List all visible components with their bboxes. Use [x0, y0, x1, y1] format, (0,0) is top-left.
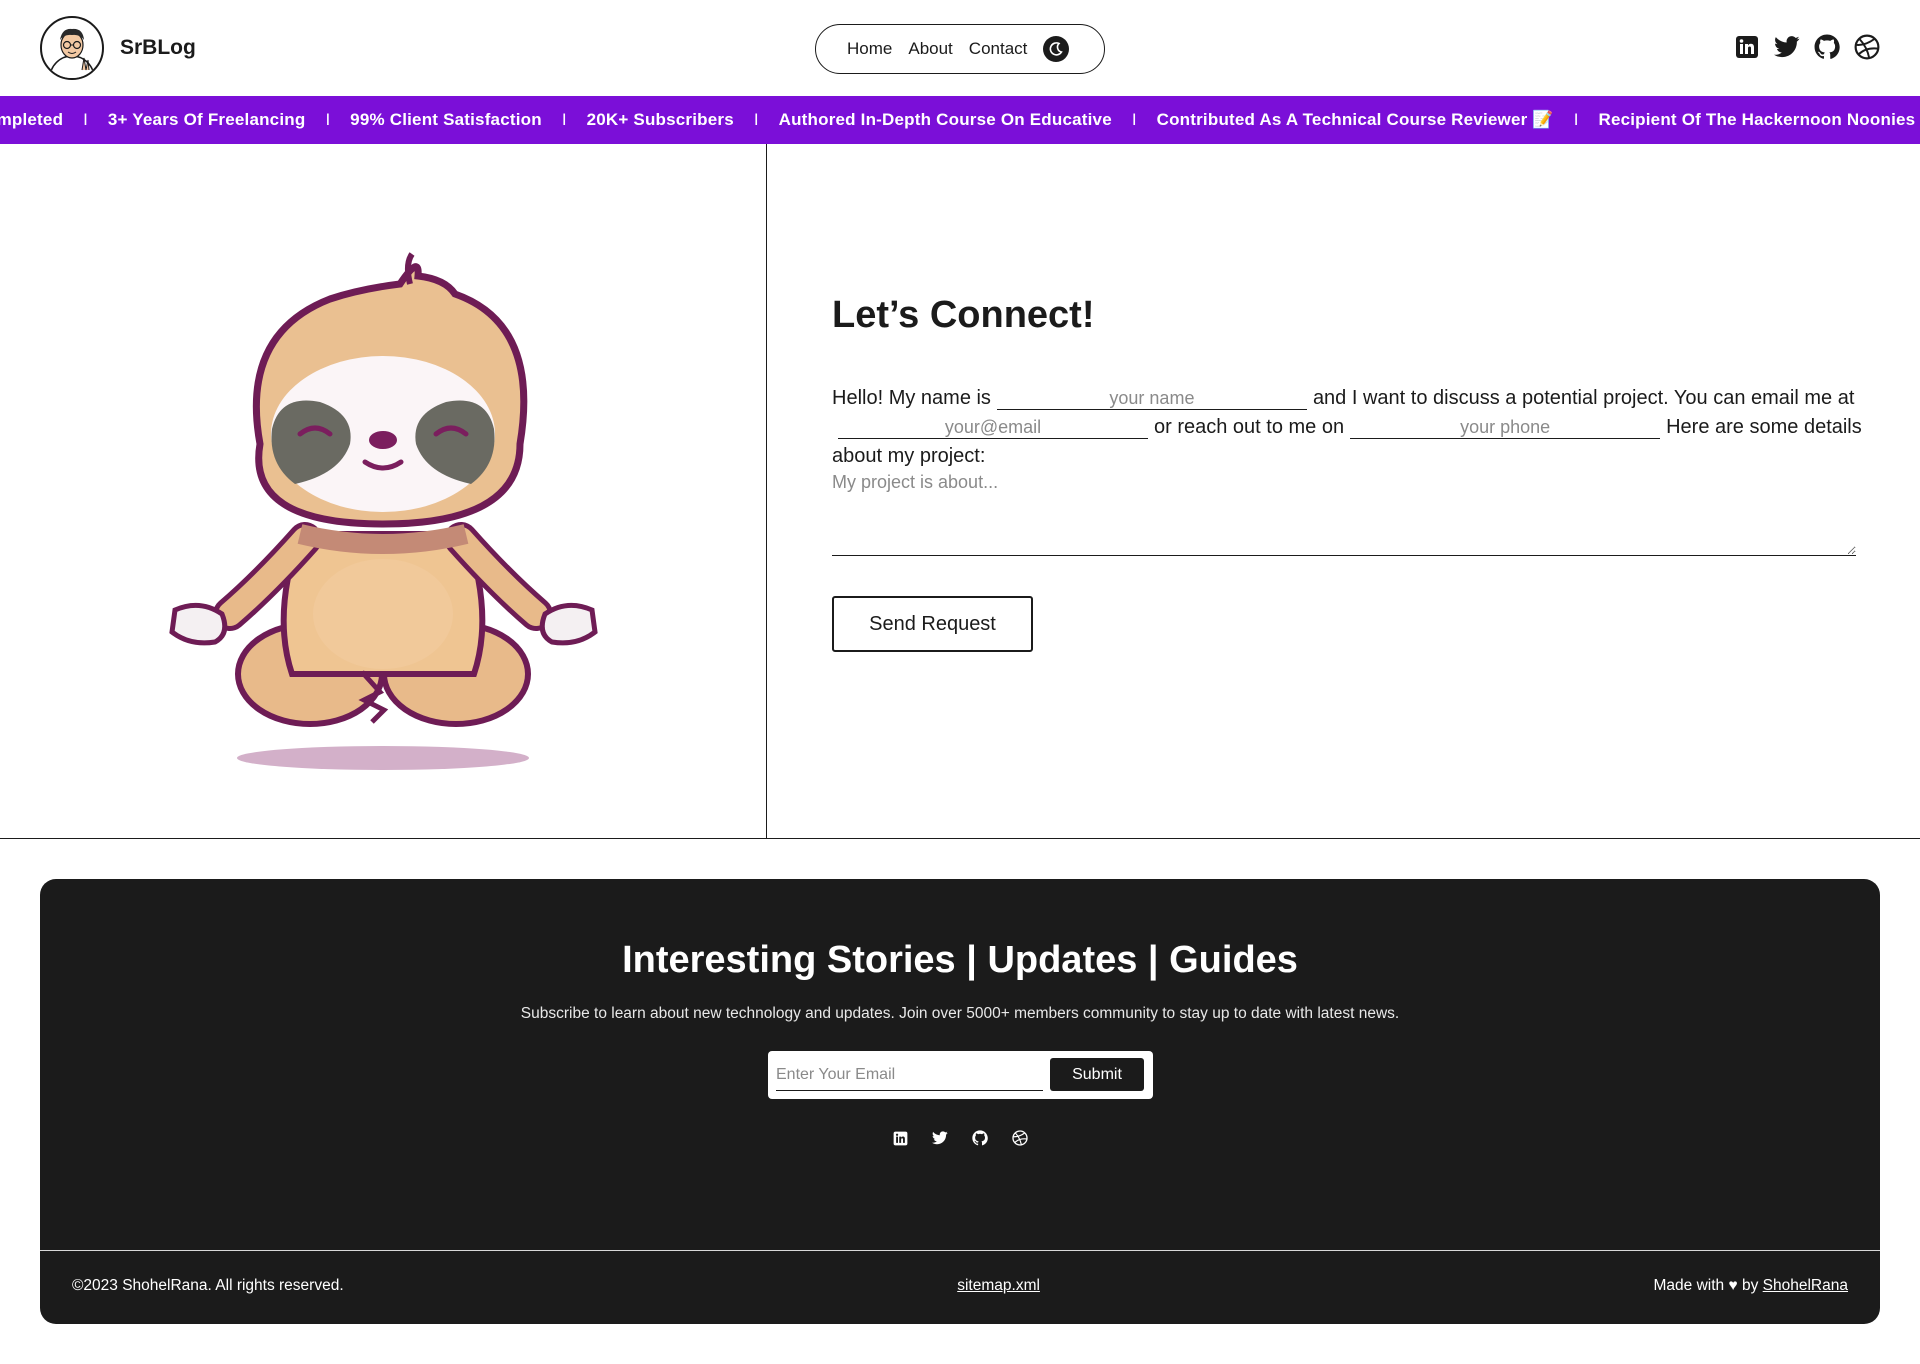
github-icon[interactable] [971, 1129, 989, 1147]
send-request-button[interactable]: Send Request [832, 596, 1033, 652]
copyright-text: ©2023 ShohelRana. All rights reserved. [72, 1277, 344, 1294]
form-text-phone: or reach out to me on [1154, 416, 1345, 438]
form-text-intro: Hello! My name is [832, 387, 991, 409]
marquee-item: Recipient Of The Hackernoon Noonies [1598, 110, 1916, 129]
nav-contact[interactable]: Contact [969, 39, 1028, 59]
newsletter-email-input[interactable] [776, 1059, 1043, 1091]
contact-title: Let’s Connect! [832, 294, 1095, 336]
footer-socials [40, 1129, 1880, 1147]
github-icon[interactable] [1814, 34, 1840, 60]
marquee-item: ompleted [0, 110, 64, 129]
marquee-separator: I [561, 110, 567, 129]
marquee-item: 3+ Years Of Freelancing [107, 110, 306, 129]
meditating-sloth-illustration [169, 252, 598, 770]
marquee-track: ompleted I 3+ Years Of Freelancing I 99%… [0, 96, 1915, 144]
phone-field[interactable] [1350, 417, 1661, 439]
twitter-icon[interactable] [1774, 34, 1800, 60]
newsletter-title: Interesting Stories | Updates | Guides [622, 939, 1298, 981]
name-field[interactable] [996, 388, 1307, 410]
newsletter-subtitle: Subscribe to learn about new technology … [520, 1005, 1400, 1022]
project-details-textarea[interactable] [832, 472, 1856, 556]
achievements-marquee: ompleted I 3+ Years Of Freelancing I 99%… [0, 96, 1920, 144]
site-footer: Interesting Stories | Updates | Guides S… [40, 879, 1880, 1324]
marquee-item: Authored In-Depth Course On Educative [778, 110, 1112, 129]
newsletter-submit-button[interactable]: Submit [1050, 1058, 1144, 1091]
avatar [40, 16, 104, 80]
author-link[interactable]: ShohelRana [1763, 1277, 1848, 1294]
made-with-credit: Made with ♥ by ShohelRana [1654, 1277, 1848, 1295]
contact-form-pane: Let’s Connect! Hello! My name is and I wa… [768, 144, 1920, 838]
dribbble-icon[interactable] [1011, 1129, 1029, 1147]
illustration-pane [0, 144, 767, 838]
made-with-text: Made with ♥ by [1653, 1277, 1759, 1294]
header-socials [1734, 34, 1880, 60]
contact-section: Let’s Connect! Hello! My name is and I wa… [0, 144, 1920, 839]
linkedin-icon[interactable] [1734, 34, 1760, 60]
marquee-separator: I [325, 110, 331, 129]
brand[interactable]: SrBLog [40, 16, 196, 80]
marquee-item: 20K+ Subscribers [586, 110, 734, 129]
site-header: SrBLog Home About Contact [0, 0, 1920, 96]
moon-icon [1049, 42, 1064, 56]
theme-toggle-button[interactable] [1043, 36, 1070, 62]
email-field[interactable] [838, 417, 1148, 439]
brand-name: SrBLog [120, 36, 196, 59]
footer-bottom-bar: ©2023 ShohelRana. All rights reserved. s… [72, 1271, 1848, 1301]
marquee-separator: I [83, 110, 88, 129]
contact-form: Hello! My name is and I want to discuss a… [832, 384, 1862, 471]
linkedin-icon[interactable] [891, 1129, 909, 1147]
marquee-item: Contributed As A Technical Course Review… [1156, 110, 1554, 129]
marquee-separator: I [753, 110, 759, 129]
marquee-item: 99% Client Satisfaction [350, 110, 542, 129]
dribbble-icon[interactable] [1854, 34, 1880, 60]
twitter-icon[interactable] [931, 1129, 949, 1147]
nav-about[interactable]: About [908, 39, 952, 59]
form-text-email: and I want to discuss a potential projec… [1312, 387, 1855, 409]
main-nav: Home About Contact [815, 24, 1105, 74]
sitemap-link[interactable]: sitemap.xml [957, 1277, 1040, 1295]
nav-home[interactable]: Home [847, 39, 892, 59]
footer-divider [40, 1250, 1880, 1251]
newsletter-form: Submit [768, 1051, 1153, 1099]
marquee-separator: I [1131, 110, 1137, 129]
marquee-separator: I [1573, 110, 1579, 129]
